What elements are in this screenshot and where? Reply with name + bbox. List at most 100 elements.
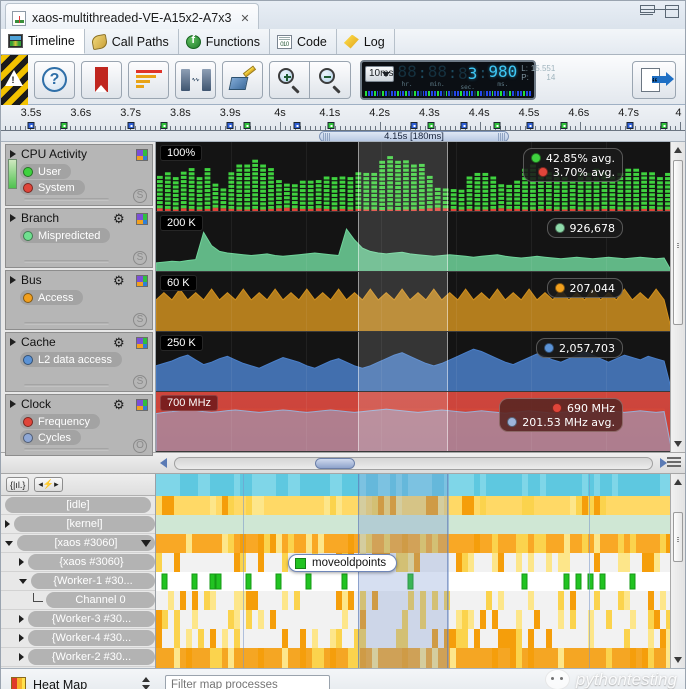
process-label[interactable]: [xaos #3060] [17,535,155,551]
maximize-button[interactable] [665,5,679,18]
process-label[interactable]: Channel 0 [46,592,155,608]
expand-caret-icon[interactable] [5,520,10,528]
plot-bus[interactable]: 60 K 207,044 [156,272,685,332]
collapse-caret-icon[interactable] [19,578,27,584]
track-branch[interactable]: Branch ⚙ Mispredicted S [5,208,153,268]
selection-band[interactable] [358,272,448,331]
process-row[interactable]: [kernel] [1,515,155,534]
ruler-marker-blue[interactable] [460,122,468,129]
process-row[interactable]: [idle] [1,496,155,515]
filter-caret-icon[interactable] [141,539,151,547]
track-cpu-activity[interactable]: CPU Activity User System S [5,144,153,206]
expand-caret-icon[interactable] [10,338,16,346]
resolution-select[interactable]: 10ms [365,65,395,82]
heatmap-scroll-down-arrow[interactable] [674,657,682,663]
tab-timeline[interactable]: Timeline [1,29,85,54]
tab-functions[interactable]: Functions [179,29,270,54]
export-button[interactable] [632,61,676,99]
collapse-caret-icon[interactable] [5,540,13,546]
ruler-marker-blue[interactable] [293,122,301,129]
highlight-button[interactable] [222,60,263,99]
process-row[interactable]: {xaos #3060} [1,553,155,572]
compare-button[interactable] [175,60,216,99]
process-label[interactable]: {Worker-1 #30... [31,573,155,589]
scroll-down-arrow[interactable] [674,441,682,447]
color-swatch-icon[interactable] [136,213,148,225]
ruler-marker-blue[interactable] [27,122,35,129]
tab-call-paths[interactable]: Call Paths [85,29,179,54]
expand-caret-icon[interactable] [10,400,16,408]
track-header[interactable]: Cache [6,333,152,351]
scroll-menu-icon[interactable] [667,457,681,469]
zoom-out-button[interactable] [310,60,351,99]
track-clock[interactable]: Clock ⚙ Frequency Cycles O [5,394,153,456]
ruler-marker-green[interactable] [493,122,501,129]
plot-branch[interactable]: 200 K 926,678 [156,212,685,272]
track-bus[interactable]: Bus ⚙ Access S [5,270,153,330]
ruler-marker-green[interactable] [327,122,335,129]
scroll-right-arrow[interactable] [660,458,667,468]
ruler-marker-green[interactable] [60,122,68,129]
ruler-marker-green[interactable] [243,122,251,129]
selection-band[interactable] [358,212,448,271]
plot-clock[interactable]: 700 MHz 690 MHz 201.53 MHz avg. [156,392,685,452]
series-l2-data-access[interactable]: L2 data access [20,352,122,367]
track-height-slider[interactable] [24,198,109,201]
track-header[interactable]: Clock [6,395,152,413]
heat-map-mode-select[interactable]: Heat Map [7,675,157,689]
process-row[interactable]: [xaos #3060] [1,534,155,553]
chart-scroll-thumb[interactable] [673,160,683,325]
scale-mode-toggle[interactable]: S [133,251,147,265]
expand-caret-icon[interactable] [19,634,24,642]
heatmap-scroll-thumb[interactable] [673,512,683,562]
selection-band[interactable] [358,392,448,451]
process-label[interactable]: {xaos #3060} [28,554,155,570]
ruler-marker-blue[interactable] [626,122,634,129]
ruler-selection-handle[interactable]: 4.15s [180ms] [319,131,509,141]
track-height-slider[interactable] [24,384,109,387]
gear-icon[interactable]: ⚙ [113,212,126,225]
tab-log[interactable]: Log [337,29,395,54]
hscroll-thumb[interactable] [315,457,355,469]
color-swatch-icon[interactable] [136,149,148,161]
process-label[interactable]: {Worker-3 #30... [28,611,155,627]
color-swatch-icon[interactable] [136,337,148,349]
track-height-slider[interactable] [24,322,109,325]
series-user[interactable]: User [20,164,72,179]
ruler-marker-blue[interactable] [127,122,135,129]
heatmap-scroll-up-arrow[interactable] [674,479,682,485]
series-frequency[interactable]: Frequency [20,414,100,429]
gear-icon[interactable]: ⚙ [113,336,126,349]
selection-band[interactable] [358,142,448,211]
ruler-marker-green[interactable] [160,122,168,129]
plot-cpu-activity[interactable]: 100% 42.85% avg. 3.70% avg. [156,142,685,212]
series-mispredicted[interactable]: Mispredicted [20,228,111,243]
chart-plots[interactable]: 100% 42.85% avg. 3.70% avg. 200 K 926,678 60 … [156,142,685,452]
ruler-marker-green[interactable] [660,122,668,129]
heatmap-vertical-scrollbar[interactable] [670,474,685,668]
ruler-marker-green[interactable] [560,122,568,129]
plot-cache[interactable]: 250 K 2,057,703 [156,332,685,392]
process-label[interactable]: [kernel] [14,516,155,532]
track-height-slider[interactable] [24,260,109,263]
event-toggle-button[interactable]: ◂⚡▸ [34,477,63,492]
ruler-marker-blue[interactable] [526,122,534,129]
ruler-marker-blue[interactable] [226,122,234,129]
gear-icon[interactable]: ⚙ [113,398,126,411]
heat-map[interactable]: moveoldpoints [156,474,685,668]
expand-caret-icon[interactable] [19,558,24,566]
expand-caret-icon[interactable] [10,150,16,158]
process-row[interactable]: {Worker-2 #30... [1,648,155,667]
document-tab[interactable]: xaos-multithreaded-VE-A15x2-A7x3 ✕ [5,3,259,29]
series-cycles[interactable]: Cycles [20,430,82,445]
ruler-marker-green[interactable] [427,122,435,129]
series-system[interactable]: System [20,180,85,195]
process-label[interactable]: [idle] [5,497,151,513]
time-ruler[interactable]: 3.5s 3.6s 3.7s 3.8s 3.9s 4s 4.1s 4.2s 4.3s 4.4s 4.… [1,105,685,142]
close-icon[interactable]: ✕ [240,12,249,25]
ruler-marker-blue[interactable] [410,122,418,129]
bookmark-button[interactable] [81,60,122,99]
track-header[interactable]: Bus [6,271,152,289]
gear-icon[interactable]: ⚙ [113,274,126,287]
process-label[interactable]: {Worker-2 #30... [28,649,155,665]
